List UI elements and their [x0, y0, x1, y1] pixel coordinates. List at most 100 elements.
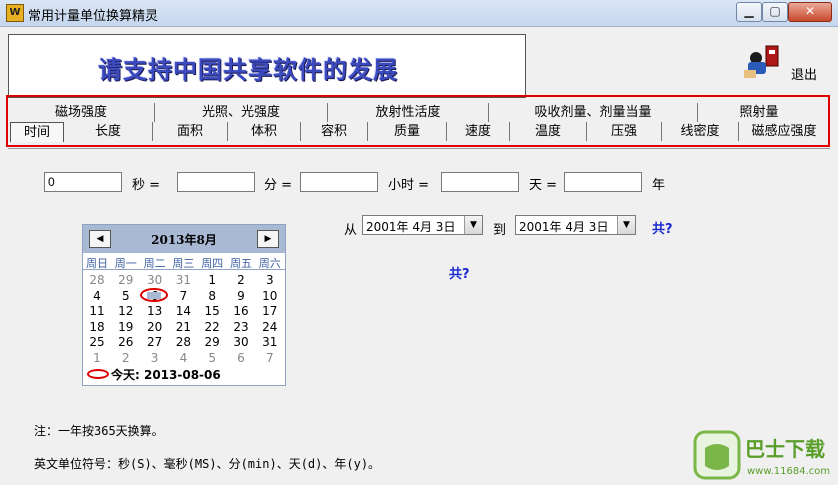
hours-input[interactable]: [300, 172, 378, 192]
close-button[interactable]: ✕: [788, 2, 832, 22]
tab-capacity[interactable]: 容积: [301, 122, 368, 141]
tab-volume[interactable]: 体积: [228, 122, 301, 141]
tab-absorbed-dose[interactable]: 吸收剂量、剂量当量: [489, 103, 698, 122]
tab-area[interactable]: 面积: [153, 122, 228, 141]
tab-pressure[interactable]: 压强: [587, 122, 662, 141]
next-month-icon[interactable]: ▶: [257, 230, 279, 248]
today-footer-marker: [87, 369, 109, 379]
calendar-day[interactable]: 27: [141, 335, 169, 349]
calendar-day[interactable]: 29: [112, 273, 140, 287]
calendar-day[interactable]: 28: [83, 273, 111, 287]
to-date-value: 2001年 4月 3日: [519, 220, 609, 234]
tab-length[interactable]: 长度: [64, 122, 153, 141]
tab-speed[interactable]: 速度: [447, 122, 510, 141]
seconds-label: 秒 =: [132, 178, 161, 193]
tab-temperature[interactable]: 温度: [510, 122, 587, 141]
calendar-day[interactable]: 19: [112, 320, 140, 334]
tab-time[interactable]: 时间: [10, 122, 64, 142]
calendar-day[interactable]: 17: [256, 304, 284, 318]
calendar-day[interactable]: 25: [83, 335, 111, 349]
calendar-day[interactable]: 31: [256, 335, 284, 349]
calendar-day[interactable]: 13: [141, 304, 169, 318]
calendar-day[interactable]: 26: [112, 335, 140, 349]
calendar-day[interactable]: 1: [83, 351, 111, 365]
from-label: 从: [344, 223, 358, 238]
tab-magnetic-induction[interactable]: 磁感应强度: [739, 122, 829, 141]
app-icon: W: [6, 4, 24, 22]
exit-icon[interactable]: [742, 44, 782, 80]
calendar-day[interactable]: 14: [169, 304, 197, 318]
today-label[interactable]: 今天: 2013-08-06: [111, 366, 221, 383]
days-label: 天 =: [529, 178, 558, 193]
calendar-day[interactable]: 29: [198, 335, 226, 349]
tab-illumination[interactable]: 光照、光强度: [155, 103, 328, 122]
minutes-input[interactable]: [177, 172, 255, 192]
calendar-day[interactable]: 7: [256, 351, 284, 365]
tab-row-2: 时间 长度 面积 体积 容积 质量 速度 温度 压强 线密度 磁感应强度: [8, 122, 830, 142]
calendar-day[interactable]: 8: [198, 289, 226, 303]
calendar-day[interactable]: 11: [83, 304, 111, 318]
calendar-day[interactable]: 24: [256, 320, 284, 334]
banner-text: 请支持中国共享软件的发展: [98, 56, 398, 84]
watermark-brand: 巴士下载: [745, 437, 825, 461]
total-result: 共?: [449, 267, 470, 282]
maximize-button[interactable]: ▢: [762, 2, 788, 22]
from-date-value: 2001年 4月 3日: [366, 220, 456, 234]
calendar-day[interactable]: 4: [169, 351, 197, 365]
tab-magnetic-field[interactable]: 磁场强度: [8, 103, 155, 122]
note-line-1: 注：一年按365天换算。: [34, 424, 164, 438]
to-label: 到: [493, 223, 507, 238]
watermark-logo: 巴士下载 www.11684.com: [693, 430, 830, 480]
tab-linear-density[interactable]: 线密度: [662, 122, 739, 141]
title-bar: W 常用计量单位换算精灵 ▁ ▢ ✕: [0, 0, 838, 27]
calendar-day[interactable]: 2: [112, 351, 140, 365]
calculate-link[interactable]: 共?: [652, 218, 673, 237]
tab-baseline: [8, 148, 830, 149]
calendar-day[interactable]: 2: [227, 273, 255, 287]
from-date-select[interactable]: 2001年 4月 3日 ▼: [362, 215, 483, 235]
calendar-day[interactable]: 12: [112, 304, 140, 318]
note-line-2: 英文单位符号：秒(S)、毫秒(MS)、分(min)、天(d)、年(y)。: [34, 457, 381, 471]
calendar-day[interactable]: 22: [198, 320, 226, 334]
calendar-day[interactable]: 15: [198, 304, 226, 318]
calendar-day[interactable]: 20: [141, 320, 169, 334]
minimize-button[interactable]: ▁: [736, 2, 762, 22]
watermark-url: www.11684.com: [747, 466, 830, 477]
calendar-day[interactable]: 5: [112, 289, 140, 303]
calendar-day[interactable]: 5: [198, 351, 226, 365]
calendar: ◀ 2013年8月 ▶ 周日 周一 周二 周三 周四 周五 周六 28 29 30 31 1 2 3 4 5…: [82, 224, 286, 386]
calendar-day[interactable]: 10: [256, 289, 284, 303]
calendar-day[interactable]: 30: [227, 335, 255, 349]
calendar-day[interactable]: 21: [169, 320, 197, 334]
window-title: 常用计量单位换算精灵: [28, 9, 159, 24]
calendar-day[interactable]: 9: [227, 289, 255, 303]
years-label: 年: [652, 178, 666, 193]
seconds-input[interactable]: [44, 172, 122, 192]
weekday-divider: [83, 269, 285, 270]
dropdown-arrow-icon: ▼: [464, 216, 482, 234]
calendar-day[interactable]: 23: [227, 320, 255, 334]
tab-exposure[interactable]: 照射量: [698, 103, 820, 122]
years-input[interactable]: [564, 172, 642, 192]
calendar-day[interactable]: 4: [83, 289, 111, 303]
calendar-day[interactable]: 28: [169, 335, 197, 349]
hours-label: 小时 =: [388, 178, 430, 193]
today-marker: [140, 288, 168, 302]
calendar-day[interactable]: 18: [83, 320, 111, 334]
calendar-day[interactable]: 30: [141, 273, 169, 287]
tab-mass[interactable]: 质量: [368, 122, 447, 141]
minutes-label: 分 =: [264, 178, 293, 193]
exit-label[interactable]: 退出: [791, 64, 817, 83]
calendar-day[interactable]: 3: [141, 351, 169, 365]
tab-row-1: 磁场强度 光照、光强度 放射性活度 吸收剂量、剂量当量 照射量: [8, 103, 830, 123]
calendar-title: 2013年8月: [151, 233, 217, 247]
calendar-day[interactable]: 1: [198, 273, 226, 287]
days-input[interactable]: [441, 172, 519, 192]
calendar-day[interactable]: 3: [256, 273, 284, 287]
tab-radioactivity[interactable]: 放射性活度: [328, 103, 489, 122]
calendar-day[interactable]: 31: [169, 273, 197, 287]
calendar-day[interactable]: 16: [227, 304, 255, 318]
calendar-day[interactable]: 6: [227, 351, 255, 365]
to-date-select[interactable]: 2001年 4月 3日 ▼: [515, 215, 636, 235]
calendar-day[interactable]: 7: [169, 289, 197, 303]
